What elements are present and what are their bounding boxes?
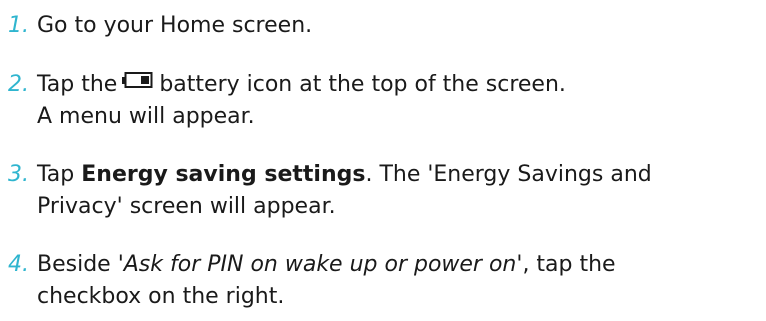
step-text: Go to your Home screen. (37, 13, 313, 38)
step-text: Tap the battery icon at the top of the s… (37, 69, 766, 133)
step-number: 4. (8, 252, 29, 277)
instruction-steps: 1. Go to your Home screen. 2. Tap the ba… (0, 0, 766, 321)
setting-name: Energy saving settings (81, 162, 366, 187)
step-number: 1. (8, 13, 29, 38)
step-number: 3. (8, 162, 29, 187)
battery-icon (122, 67, 154, 99)
step-number: 2. (8, 72, 29, 97)
option-name: Ask for PIN on wake up or power on (123, 252, 517, 277)
step-text: Tap Energy saving settings. The 'Energy … (37, 162, 652, 219)
step-text: Beside 'Ask for PIN on wake up or power … (37, 252, 616, 309)
